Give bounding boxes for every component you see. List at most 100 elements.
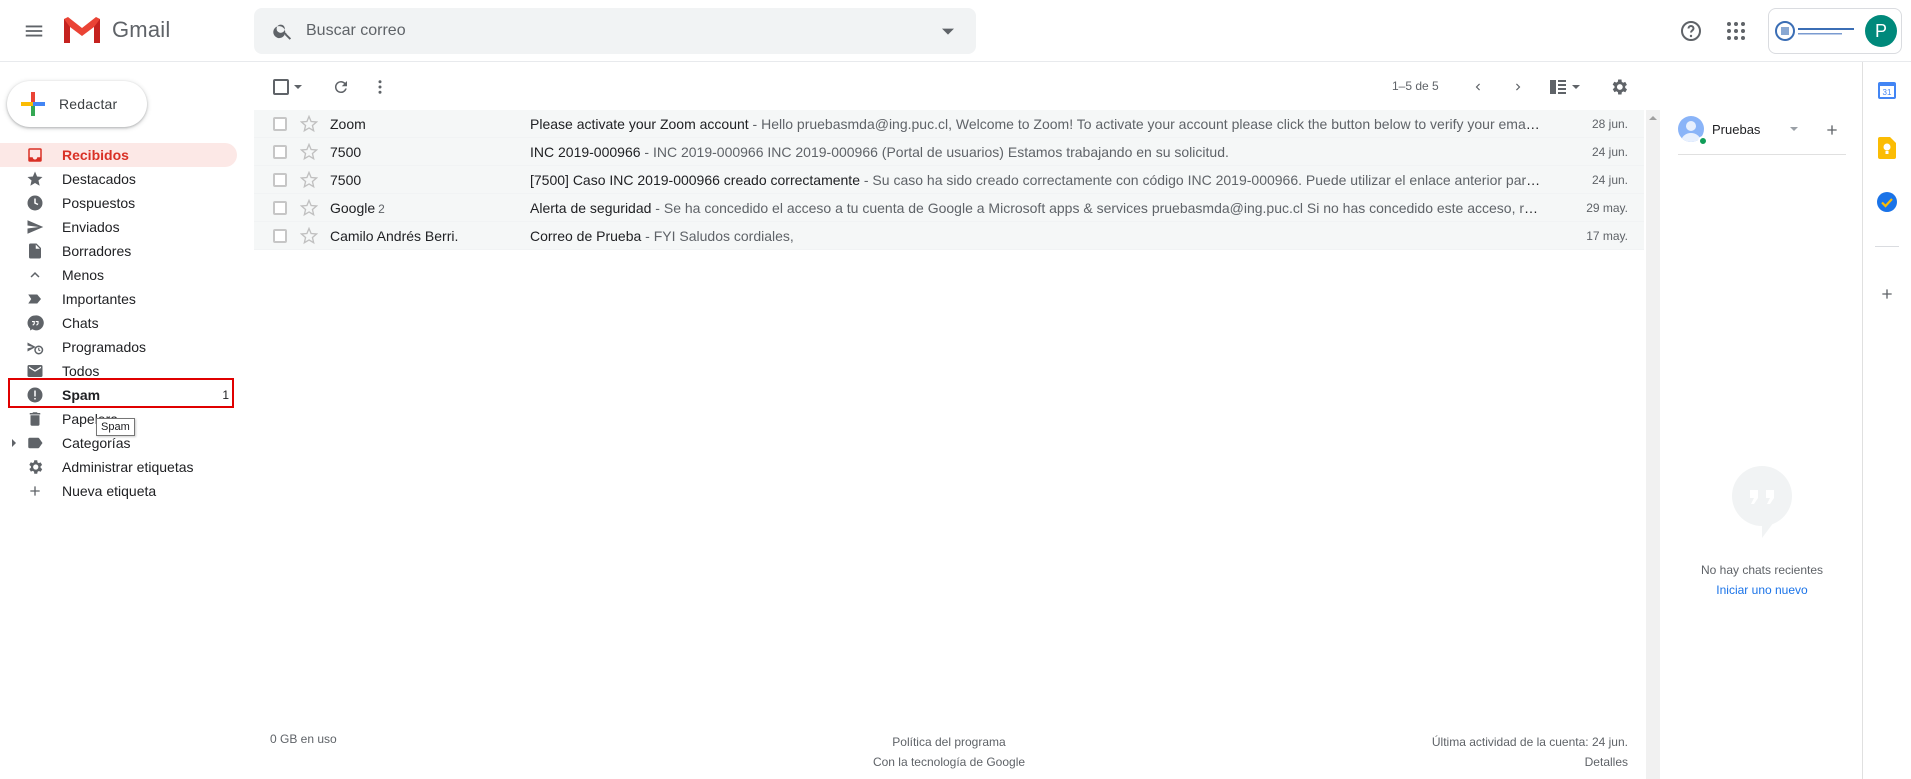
message-snippet: - INC 2019-000966 INC 2019-000966 (Porta…	[640, 144, 1229, 160]
sidebar-item-menos[interactable]: Menos	[0, 263, 237, 287]
compose-button[interactable]: Redactar	[7, 81, 147, 127]
message-subject: [7500] Caso INC 2019-000966 creado corre…	[530, 172, 860, 188]
sidebar-item-borradores[interactable]: Borradores	[0, 239, 237, 263]
split-pane-toggle-icon[interactable]	[1544, 70, 1588, 104]
message-row[interactable]: Google 2 Alerta de seguridad - Se ha conc…	[254, 194, 1644, 222]
gmail-logo[interactable]: Gmail	[62, 15, 170, 45]
details-link[interactable]: Detalles	[1432, 752, 1628, 772]
sidebar-item-label: Todos	[62, 363, 100, 379]
search-icon[interactable]	[260, 8, 306, 54]
star-toggle-icon[interactable]	[300, 227, 318, 245]
refresh-icon[interactable]	[324, 70, 358, 104]
message-sender: Camilo Andrés Berri.	[330, 228, 520, 244]
row-checkbox[interactable]	[273, 145, 287, 159]
chat-empty-state: No hay chats recientes Iniciar uno nuevo	[1662, 560, 1862, 600]
sidebar-item-nueva-etiqueta[interactable]: Nueva etiqueta	[0, 479, 237, 503]
star-toggle-icon[interactable]	[300, 199, 318, 217]
trash-icon	[26, 410, 44, 428]
important-icon	[26, 290, 44, 308]
row-checkbox[interactable]	[273, 201, 287, 215]
message-snippet: - FYI Saludos cordiales,	[641, 228, 794, 244]
message-snippet: - Hello pruebasmda@ing.puc.cl, Welcome t…	[752, 116, 1542, 132]
chat-user-status[interactable]: Pruebas	[1678, 116, 1799, 146]
row-checkbox[interactable]	[273, 173, 287, 187]
main-menu-button[interactable]	[14, 13, 54, 49]
account-avatar[interactable]: P	[1865, 15, 1897, 47]
start-new-chat-link[interactable]: Iniciar uno nuevo	[1662, 580, 1862, 600]
sidebar-item-programados[interactable]: Programados	[0, 335, 237, 359]
sidebar-item-recibidos[interactable]: Recibidos	[0, 143, 237, 167]
sidebar-item-spam[interactable]: Spam 1	[0, 383, 237, 407]
last-activity-text: Última actividad de la cuenta: 24 jun.	[1431, 735, 1628, 749]
expand-arrow-icon[interactable]	[10, 439, 18, 447]
message-row[interactable]: Zoom Please activate your Zoom account -…	[254, 110, 1644, 138]
message-list: Zoom Please activate your Zoom account -…	[254, 110, 1644, 250]
sender-name: 7500	[330, 172, 362, 188]
chat-divider	[1678, 154, 1846, 155]
star-toggle-icon[interactable]	[300, 171, 318, 189]
star-toggle-icon[interactable]	[300, 143, 318, 161]
tasks-icon[interactable]	[1875, 190, 1899, 214]
pagination-text: 1–5 de 5	[1392, 79, 1439, 93]
message-content: [7500] Caso INC 2019-000966 creado corre…	[530, 172, 1542, 188]
calendar-icon[interactable]: 31	[1875, 78, 1899, 102]
gear-icon	[26, 458, 44, 476]
label-icon	[26, 434, 44, 452]
send-icon	[26, 218, 44, 236]
message-subject: INC 2019-000966	[530, 144, 641, 160]
row-checkbox[interactable]	[273, 229, 287, 243]
draft-icon	[26, 242, 44, 260]
message-date: 28 jun.	[1591, 117, 1628, 131]
sidebar-item-label: Programados	[62, 339, 147, 355]
search-input[interactable]	[306, 11, 928, 51]
new-chat-plus-icon[interactable]	[1818, 116, 1846, 144]
message-row[interactable]: 7500 [7500] Caso INC 2019-000966 creado …	[254, 166, 1644, 194]
sidebar-item-todos[interactable]: Todos	[0, 359, 237, 383]
account-switcher[interactable]: P	[1768, 8, 1902, 54]
message-row[interactable]: Camilo Andrés Berri. Correo de Prueba - …	[254, 222, 1644, 250]
sidebar-item-label: Recibidos	[62, 147, 129, 163]
previous-page-icon[interactable]	[1461, 70, 1495, 104]
help-icon[interactable]	[1673, 13, 1709, 49]
message-sender: 7500	[330, 144, 520, 160]
sender-name: Zoom	[330, 116, 366, 132]
sidebar-nav: Recibidos Destacados Pospuestos Enviados…	[0, 143, 240, 503]
message-snippet: - Su caso ha sido creado correctamente c…	[863, 172, 1542, 188]
get-addons-plus-icon[interactable]	[1875, 282, 1899, 306]
sidebar-item-importantes[interactable]: Importantes	[0, 287, 237, 311]
side-panel-addons: 31	[1862, 62, 1911, 779]
message-content: Please activate your Zoom account - Hell…	[530, 116, 1542, 132]
chevron-up-icon	[26, 266, 44, 284]
row-checkbox[interactable]	[273, 117, 287, 131]
addons-divider	[1875, 246, 1899, 247]
search-options-dropdown-icon[interactable]	[928, 11, 968, 51]
message-list-scrollbar[interactable]	[1646, 110, 1660, 779]
plus-icon	[26, 482, 44, 500]
scheduled-icon	[26, 338, 44, 356]
apps-grid-icon[interactable]	[1718, 13, 1754, 49]
message-snippet: - Se ha concedido el acceso a tu cuenta …	[651, 200, 1542, 216]
sidebar-item-label: Importantes	[62, 291, 136, 307]
scroll-up-arrow-icon[interactable]	[1649, 114, 1657, 122]
keep-icon[interactable]	[1875, 136, 1899, 160]
hamburger-icon	[25, 25, 43, 37]
sidebar-item-pospuestos[interactable]: Pospuestos	[0, 191, 237, 215]
sidebar-item-administrar-etiquetas[interactable]: Administrar etiquetas	[0, 455, 237, 479]
sidebar-item-enviados[interactable]: Enviados	[0, 215, 237, 239]
message-row[interactable]: 7500 INC 2019-000966 - INC 2019-000966 I…	[254, 138, 1644, 166]
message-date: 24 jun.	[1591, 145, 1628, 159]
select-all-checkbox[interactable]	[268, 70, 308, 104]
star-toggle-icon[interactable]	[300, 115, 318, 133]
sidebar-item-label: Destacados	[62, 171, 136, 187]
settings-gear-icon[interactable]	[1602, 70, 1636, 104]
sender-name: Google	[330, 200, 376, 216]
search-bar[interactable]	[254, 8, 976, 54]
sidebar-item-destacados[interactable]: Destacados	[0, 167, 237, 191]
message-sender: 7500	[330, 172, 520, 188]
next-page-icon[interactable]	[1501, 70, 1535, 104]
chevron-down-icon[interactable]	[1790, 125, 1799, 133]
more-options-icon[interactable]	[363, 70, 397, 104]
sidebar-item-chats[interactable]: Chats	[0, 311, 237, 335]
message-content: INC 2019-000966 - INC 2019-000966 INC 20…	[530, 144, 1542, 160]
message-date: 24 jun.	[1591, 173, 1628, 187]
